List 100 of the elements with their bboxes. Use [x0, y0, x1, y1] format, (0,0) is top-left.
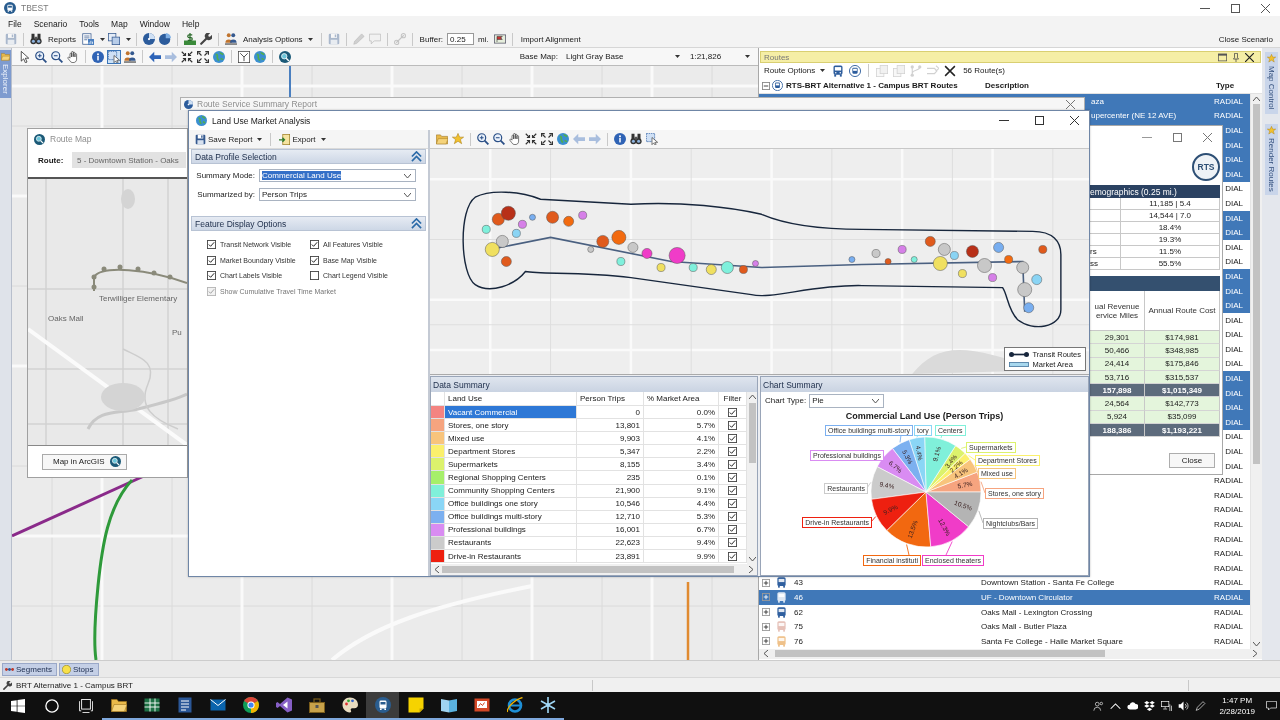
network-icon[interactable]: [1161, 701, 1173, 711]
outward-arrows-icon[interactable]: [197, 50, 209, 63]
checkbox[interactable]: [728, 525, 737, 535]
dropdown[interactable]: Person Trips: [259, 188, 416, 201]
binoculars-icon[interactable]: [30, 33, 42, 45]
table-cell[interactable]: Vacant Commercial: [445, 406, 577, 420]
wrench-icon[interactable]: [200, 33, 212, 45]
checkbox[interactable]: [207, 271, 216, 281]
route-row[interactable]: 43 Downtown Station - Santa Fe College RADIAL: [759, 575, 1250, 591]
dollar-icon[interactable]: [184, 33, 196, 45]
notification-icon[interactable]: [1266, 701, 1277, 711]
toolbar-button[interactable]: Reports: [45, 34, 79, 44]
outward-arrows-icon[interactable]: [541, 133, 553, 145]
menu-button[interactable]: Analysis Options: [240, 34, 316, 44]
menu-item[interactable]: Help: [175, 18, 206, 29]
menu-item[interactable]: File: [2, 18, 28, 29]
side-tab[interactable]: Map Control: [1264, 52, 1278, 114]
pan-hand-icon[interactable]: [509, 133, 521, 145]
checkbox[interactable]: [207, 240, 216, 250]
globe-icon[interactable]: [557, 133, 569, 145]
chevron-icon[interactable]: [411, 218, 422, 229]
checkbox[interactable]: [310, 255, 319, 265]
checkbox[interactable]: [728, 512, 737, 522]
dropdown[interactable]: Pie: [809, 393, 885, 408]
route-row[interactable]: 75 Oaks Mall - Butler Plaza RADIAL: [759, 619, 1250, 634]
inward-arrows-icon[interactable]: [525, 133, 537, 145]
table-cell[interactable]: Mixed use: [445, 432, 577, 446]
people-icon[interactable]: [124, 50, 136, 63]
task-view-icon[interactable]: [79, 699, 93, 713]
route-field[interactable]: 5 - Downtown Station - Oaks: [72, 152, 186, 168]
zoom-out-icon[interactable]: [51, 50, 63, 63]
caret-icon[interactable]: [100, 37, 105, 41]
map-flag-icon[interactable]: [493, 33, 506, 45]
table-cell[interactable]: Regional Shopping Centers: [445, 471, 577, 485]
scrollbar[interactable]: [1250, 94, 1262, 649]
info-icon[interactable]: [92, 50, 104, 63]
save-report-button[interactable]: Save Report: [192, 133, 266, 145]
table-cell[interactable]: Community Shopping Centers: [445, 484, 577, 498]
plus-box-icon[interactable]: [762, 593, 770, 602]
plus-box-icon[interactable]: [762, 637, 770, 646]
zoom-in-icon[interactable]: [35, 50, 47, 63]
table-cell[interactable]: Restaurants: [445, 536, 577, 551]
pan-hand-icon[interactable]: [67, 50, 79, 63]
chevron-icon[interactable]: [411, 151, 422, 162]
minus-box-icon[interactable]: [762, 81, 770, 90]
menu-item[interactable]: Scenario: [27, 18, 74, 29]
table-cell[interactable]: Office buildings multi-story: [445, 510, 577, 524]
close-icon[interactable]: [1245, 52, 1254, 62]
menu-item[interactable]: Tools: [73, 18, 106, 29]
plus-box-icon[interactable]: [762, 608, 770, 617]
table-cell[interactable]: Department Stores: [445, 445, 577, 459]
close-button[interactable]: Close: [1169, 453, 1215, 469]
zoom-in-icon[interactable]: [477, 133, 489, 145]
scrollbar[interactable]: [431, 564, 757, 575]
report-icon[interactable]: [82, 33, 94, 45]
table-cell[interactable]: Office buildings one story: [445, 497, 577, 511]
map-frame-icon[interactable]: [238, 50, 250, 63]
plus-box-icon[interactable]: [762, 578, 770, 587]
checkbox[interactable]: [207, 255, 216, 265]
scroll-down-icon[interactable]: [748, 557, 756, 561]
diamond-boxes-icon[interactable]: [1144, 701, 1156, 711]
folder-icon[interactable]: [436, 133, 448, 145]
checkbox[interactable]: [310, 240, 319, 250]
table-cell[interactable]: Stores, one story: [445, 419, 577, 433]
dropdown[interactable]: Light Gray Base: [562, 50, 684, 63]
map-in-arcgis-button[interactable]: Map in ArcGIS: [42, 453, 127, 470]
scroll-right-icon[interactable]: [749, 566, 753, 573]
table-cell[interactable]: Supermarkets: [445, 458, 577, 472]
scroll-up-icon[interactable]: [748, 395, 756, 399]
pie-chart-icon[interactable]: [143, 33, 155, 45]
scrollbar-thumb[interactable]: [775, 650, 1105, 658]
scrollbar[interactable]: [759, 648, 1262, 659]
side-tab[interactable]: Render Routes: [1264, 123, 1278, 196]
plus-box-icon[interactable]: [762, 622, 770, 631]
checkbox[interactable]: [728, 486, 737, 496]
scroll-right-icon[interactable]: [1253, 650, 1257, 658]
scrollbar-thumb[interactable]: [748, 403, 756, 463]
window-icon[interactable]: [1218, 52, 1227, 62]
people-icon[interactable]: [1093, 701, 1105, 711]
toolbar-button[interactable]: Import Alignment: [517, 34, 584, 44]
column-header[interactable]: % Market Area: [644, 392, 719, 406]
checkbox[interactable]: [728, 499, 737, 509]
speaker-icon[interactable]: [1178, 701, 1190, 711]
column-header[interactable]: Description: [985, 81, 1216, 90]
group-label[interactable]: RTS-BRT Alternative 1 - Campus BRT Routes: [786, 81, 985, 90]
search-icon[interactable]: [45, 699, 59, 713]
globe-search-icon[interactable]: [279, 50, 291, 63]
start-menu-icon[interactable]: [11, 699, 25, 713]
pointer-icon[interactable]: [19, 50, 31, 63]
scrollbar[interactable]: [747, 392, 757, 564]
clock-time[interactable]: 1:47 PM: [1222, 695, 1253, 706]
scrollbar-thumb[interactable]: [1253, 104, 1260, 464]
menu-item[interactable]: Map: [105, 18, 134, 29]
dropdown[interactable]: Commercial Land Use: [259, 169, 416, 182]
scroll-left-icon[interactable]: [764, 650, 768, 658]
tab[interactable]: Segments: [2, 662, 58, 676]
route-row[interactable]: 76 Santa Fe College - Haile Market Square RADIAL: [759, 633, 1250, 649]
scroll-down-icon[interactable]: [1253, 641, 1260, 646]
select-box-icon[interactable]: [646, 133, 658, 145]
checkbox[interactable]: [728, 551, 737, 561]
